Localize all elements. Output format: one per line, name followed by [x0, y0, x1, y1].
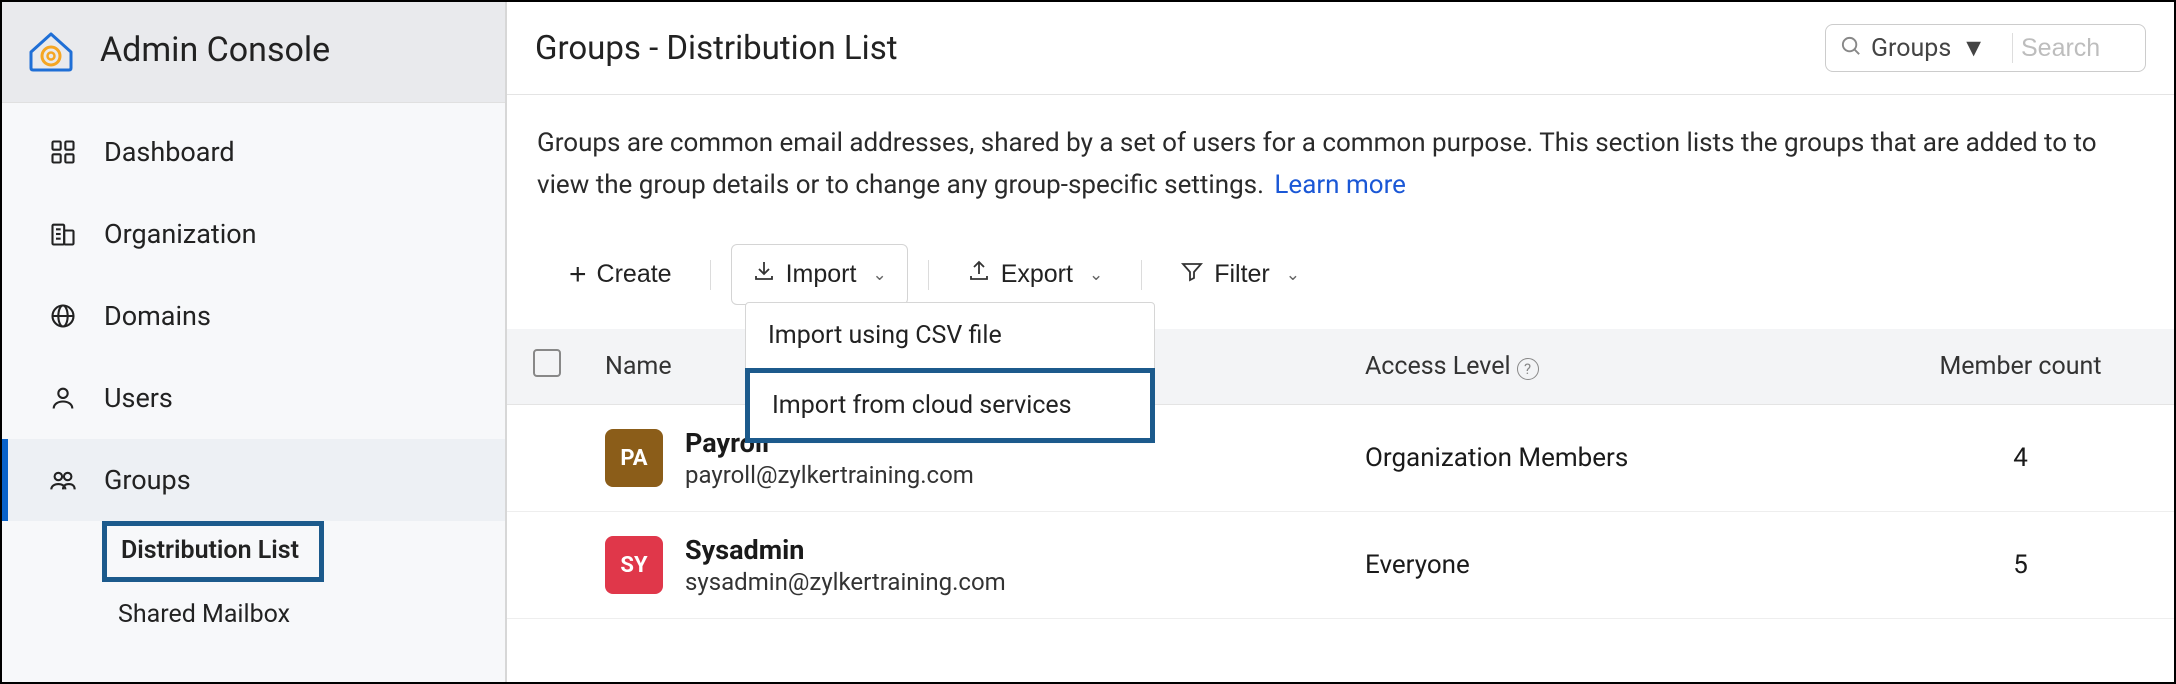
intro-text-block: Groups are common email addresses, share… — [507, 95, 2174, 210]
dashboard-icon — [44, 133, 82, 171]
group-name: Sysadmin — [685, 534, 1006, 566]
users-icon — [44, 379, 82, 417]
sidebar-item-label: Users — [104, 382, 173, 414]
toolbar: + Create Import ⌄ Export ⌄ — [507, 210, 2174, 329]
chevron-down-icon: ⌄ — [1089, 265, 1103, 285]
sidebar-item-organization[interactable]: Organization — [2, 193, 505, 275]
group-email: sysadmin@zylkertraining.com — [685, 568, 1006, 596]
search-icon — [1840, 35, 1863, 62]
chevron-down-icon: ⌄ — [1286, 265, 1300, 285]
dropdown-item-label: Import from cloud services — [772, 391, 1072, 420]
checkbox-icon[interactable] — [533, 349, 561, 377]
member-count: 4 — [2013, 443, 2028, 473]
create-label: Create — [597, 260, 672, 289]
dropdown-item-label: Import using CSV file — [768, 321, 1002, 350]
divider — [928, 260, 929, 290]
main-content: Groups - Distribution List Groups ▼ Grou… — [507, 2, 2174, 682]
group-avatar: PA — [605, 429, 663, 487]
sidebar-item-dashboard[interactable]: Dashboard — [2, 111, 505, 193]
divider — [1141, 260, 1142, 290]
sidebar-item-label: Organization — [104, 218, 257, 250]
member-count: 5 — [2013, 550, 2028, 580]
filter-icon — [1180, 259, 1204, 290]
dropdown-item-import-cloud[interactable]: Import from cloud services — [745, 368, 1155, 443]
groups-icon — [44, 461, 82, 499]
search-input[interactable] — [2021, 34, 2131, 63]
domains-icon — [44, 297, 82, 335]
nav-sub-list: Distribution List Shared Mailbox — [2, 521, 505, 643]
nav-list: Dashboard Organization Domains Users — [2, 103, 505, 521]
main-header: Groups - Distribution List Groups ▼ — [507, 2, 2174, 95]
access-level: Everyone — [1365, 550, 1470, 580]
sidebar-item-users[interactable]: Users — [2, 357, 505, 439]
sidebar-item-label: Groups — [104, 464, 191, 496]
search-scope-selector[interactable]: Groups ▼ — [1871, 34, 2004, 63]
export-label: Export — [1001, 260, 1073, 289]
col-access: Access Level — [1365, 352, 1511, 381]
create-button[interactable]: + Create — [551, 250, 690, 300]
group-avatar: SY — [605, 536, 663, 594]
group-email: payroll@zylkertraining.com — [685, 461, 974, 489]
sidebar-item-label: Domains — [104, 300, 211, 332]
search-box[interactable]: Groups ▼ — [1825, 24, 2146, 72]
export-button[interactable]: Export ⌄ — [949, 249, 1122, 300]
sidebar: Admin Console Dashboard Organization Dom… — [2, 2, 507, 682]
sidebar-subitem-label: Distribution List — [121, 536, 299, 565]
help-icon[interactable]: ? — [1517, 358, 1539, 380]
app-title: Admin Console — [100, 30, 330, 70]
import-dropdown: Import using CSV file Import from cloud … — [745, 302, 1155, 443]
search-scope-label: Groups — [1871, 34, 1951, 63]
import-button[interactable]: Import ⌄ — [731, 244, 908, 305]
col-count: Member count — [1939, 352, 2101, 381]
sidebar-item-domains[interactable]: Domains — [2, 275, 505, 357]
plus-icon: + — [569, 260, 587, 290]
divider — [2012, 33, 2013, 63]
import-label: Import — [786, 260, 857, 289]
filter-button[interactable]: Filter ⌄ — [1162, 249, 1318, 300]
export-icon — [967, 259, 991, 290]
filter-label: Filter — [1214, 260, 1270, 289]
import-icon — [752, 259, 776, 290]
access-level: Organization Members — [1365, 443, 1628, 473]
organization-icon — [44, 215, 82, 253]
table-row[interactable]: SY Sysadmin sysadmin@zylkertraining.com … — [507, 512, 2174, 619]
dropdown-item-import-csv[interactable]: Import using CSV file — [746, 303, 1154, 368]
learn-more-link[interactable]: Learn more — [1274, 170, 1406, 200]
divider — [710, 260, 711, 290]
select-all-header[interactable] — [507, 329, 587, 405]
sidebar-item-label: Dashboard — [104, 136, 235, 168]
sidebar-header: Admin Console — [2, 2, 505, 103]
sidebar-subitem-shared-mailbox[interactable]: Shared Mailbox — [110, 586, 290, 643]
sidebar-subitem-label: Shared Mailbox — [118, 600, 290, 629]
app-logo-icon — [24, 26, 78, 74]
sidebar-item-groups[interactable]: Groups — [2, 439, 505, 521]
sidebar-subitem-distribution-list[interactable]: Distribution List — [102, 521, 324, 582]
chevron-down-icon: ⌄ — [872, 265, 886, 285]
col-name: Name — [605, 352, 672, 381]
page-title: Groups - Distribution List — [535, 29, 1825, 68]
caret-down-icon: ▼ — [1961, 34, 1986, 63]
